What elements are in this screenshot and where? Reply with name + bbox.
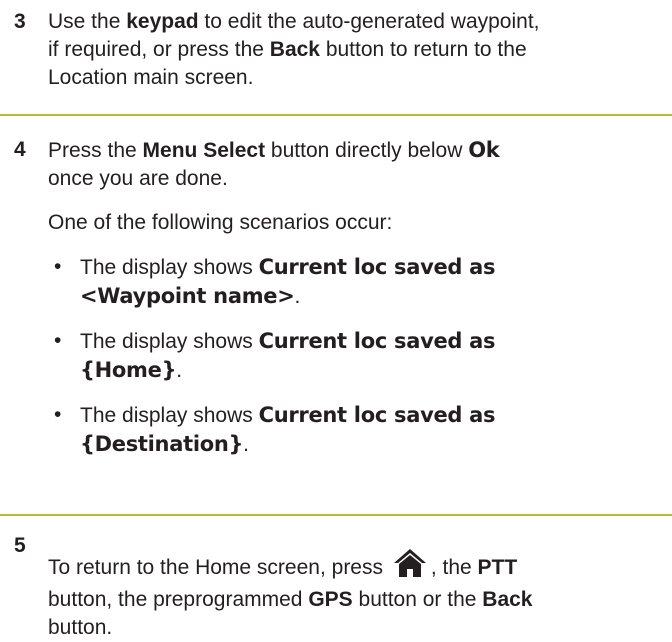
display-message: Current loc saved as: [258, 255, 496, 279]
step-number: 5: [14, 534, 26, 557]
display-message-value: {Destination}: [80, 432, 244, 456]
text: to edit the auto-generated waypoint,: [198, 10, 540, 33]
display-message-value: {Home}: [80, 358, 177, 382]
text: To return to the Home screen, press: [48, 556, 389, 579]
text: .: [243, 433, 249, 456]
text: .: [294, 285, 301, 308]
bullet: •: [54, 403, 62, 426]
gps-term: GPS: [308, 588, 353, 611]
text: button.: [48, 616, 113, 639]
text: Press the: [48, 139, 143, 162]
scenarios-intro: One of the following scenarios occur:: [48, 211, 393, 234]
menu-select-term: Menu Select: [142, 139, 266, 162]
section-divider: [0, 514, 672, 516]
step-number: 4: [14, 138, 26, 161]
scenario-list: • The display shows Current loc saved as…: [48, 253, 662, 459]
display-message: Current loc saved as: [258, 403, 496, 427]
bullet: •: [54, 255, 62, 278]
text: once you are done.: [48, 167, 228, 190]
text: The display shows: [80, 256, 259, 279]
list-item: • The display shows Current loc saved as…: [48, 401, 662, 459]
home-icon: [393, 548, 427, 586]
display-message: Current loc saved as: [258, 329, 496, 353]
bullet: •: [54, 329, 62, 352]
step-text: Use the keypad to edit the auto-generate…: [48, 8, 662, 92]
ok-display-text: Ok: [468, 138, 500, 162]
step-text: Press the Menu Select button directly be…: [48, 136, 662, 459]
text: if required, or press the: [48, 38, 270, 61]
keypad-term: keypad: [126, 10, 199, 33]
list-item: • The display shows Current loc saved as…: [48, 327, 662, 385]
display-message-value: <Waypoint name>: [80, 284, 295, 308]
ptt-term: PTT: [477, 556, 518, 579]
text: The display shows: [80, 330, 259, 353]
step-text: To return to the Home screen, press , th…: [48, 548, 662, 642]
text: , the: [430, 556, 478, 579]
back-term: Back: [269, 38, 320, 61]
text: button to return to the: [319, 38, 527, 61]
text: .: [176, 359, 183, 382]
text: The display shows: [80, 404, 259, 427]
text: Use the: [48, 10, 127, 33]
text: button directly below: [265, 139, 469, 162]
section-divider: [0, 114, 672, 116]
step-number: 3: [14, 10, 26, 33]
text: Location main screen.: [48, 66, 254, 89]
back-term: Back: [482, 588, 533, 611]
text: button or the: [352, 588, 483, 611]
text: button, the preprogrammed: [48, 588, 309, 611]
list-item: • The display shows Current loc saved as…: [48, 253, 662, 311]
